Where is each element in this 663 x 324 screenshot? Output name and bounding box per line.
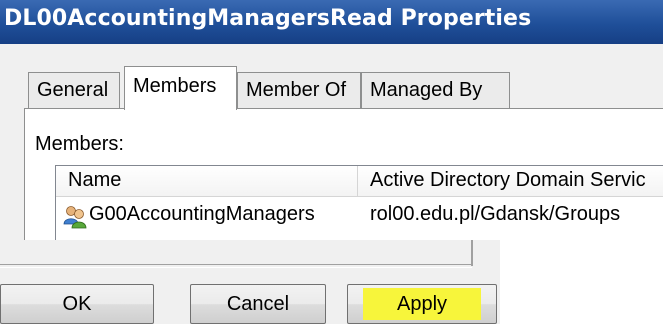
column-header-name[interactable]: Name (56, 166, 358, 196)
properties-dialog-buttons: OK Cancel Apply (0, 240, 500, 324)
members-list[interactable]: Name Active Directory Domain Servic G00A… (55, 165, 663, 240)
member-name: G00AccountingManagers (89, 203, 315, 225)
members-label: Members: (35, 133, 124, 155)
panel-bottom-edge (0, 264, 472, 268)
cancel-button[interactable]: Cancel (190, 284, 326, 324)
list-header: Name Active Directory Domain Servic (56, 166, 663, 197)
ok-button[interactable]: OK (0, 284, 154, 324)
panel-right-edge (471, 240, 473, 266)
apply-button-label: Apply (362, 288, 482, 320)
member-ad-folder: rol00.edu.pl/Gdansk/Groups (370, 203, 621, 225)
window-title: DL00AccountingManagersRead Properties (4, 6, 532, 31)
column-header-ad-folder[interactable]: Active Directory Domain Servic (358, 166, 663, 196)
title-bar[interactable]: DL00AccountingManagersRead Properties (0, 0, 663, 44)
tab-members[interactable]: Members (124, 66, 237, 110)
tab-managed-by[interactable]: Managed By (361, 72, 510, 108)
group-icon (63, 206, 87, 229)
screenshot-stage: DL00AccountingManagersRead Properties Ge… (0, 0, 663, 324)
members-tab-panel: Members: Name Active Directory Domain Se… (24, 108, 663, 240)
list-item[interactable]: G00AccountingManagers rol00.edu.pl/Gdans… (56, 200, 663, 234)
tab-strip: General Members Member Of Managed By (0, 44, 663, 110)
apply-button[interactable]: Apply (347, 284, 497, 324)
tab-member-of[interactable]: Member Of (237, 72, 361, 108)
properties-dialog-top: DL00AccountingManagersRead Properties Ge… (0, 0, 663, 240)
tab-general[interactable]: General (28, 72, 120, 108)
